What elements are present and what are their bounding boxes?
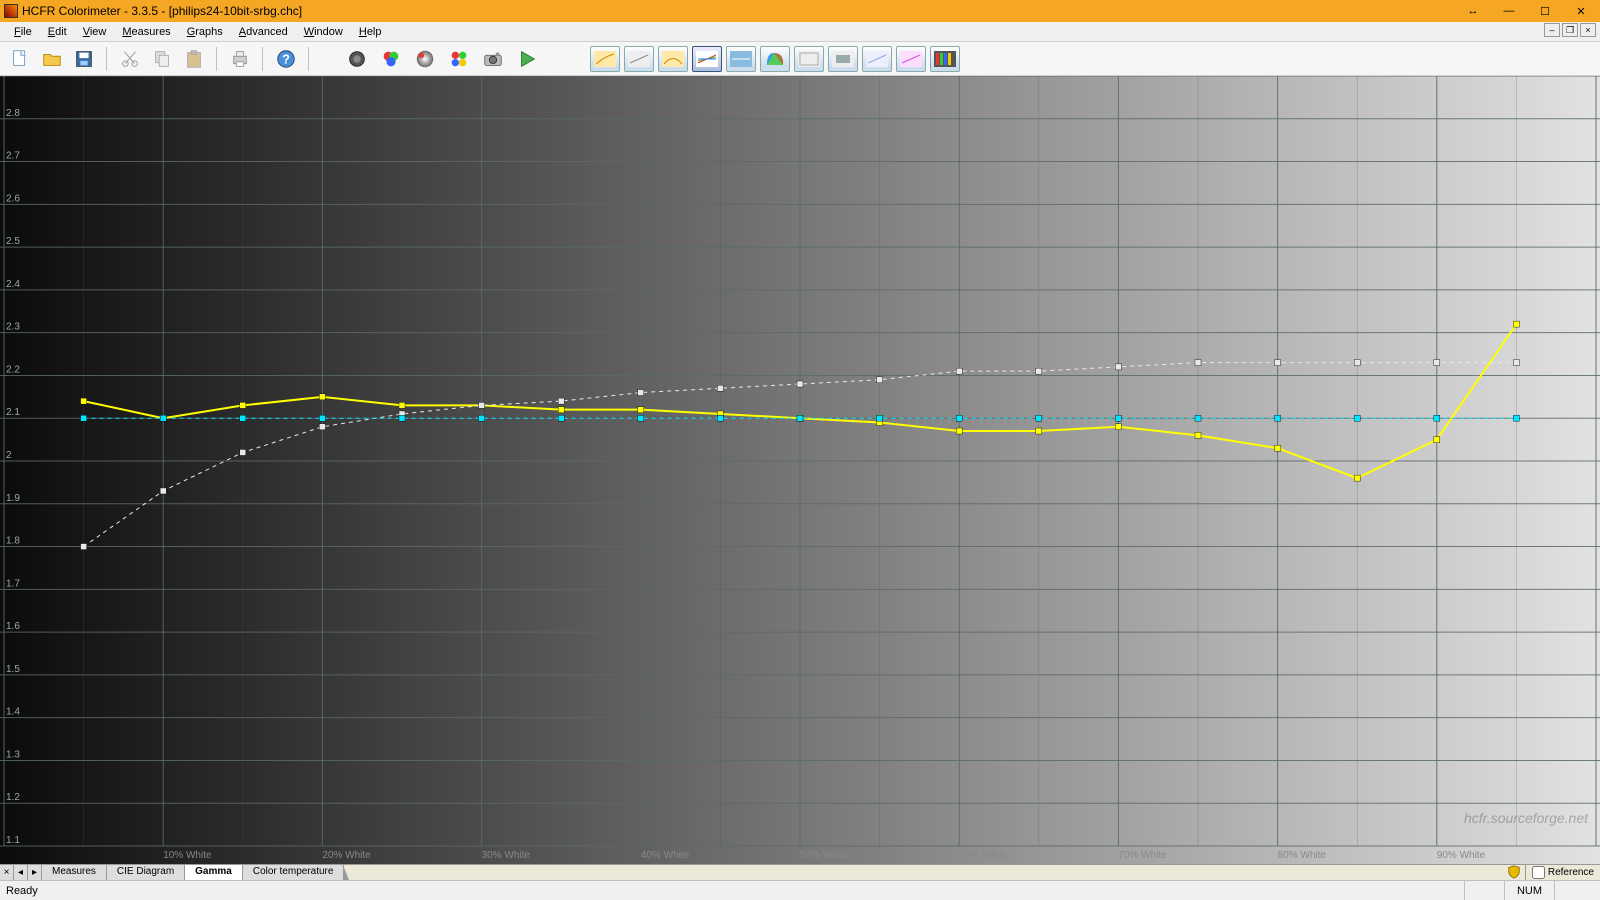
svg-text:1.1: 1.1 <box>6 835 20 846</box>
menu-measures[interactable]: Measures <box>114 24 178 40</box>
svg-text:80% White: 80% White <box>1278 850 1327 861</box>
tab-measures[interactable]: Measures <box>42 865 107 880</box>
graph-rgb-button[interactable] <box>692 46 722 72</box>
gamma-chart: 1.1 1.2 1.3 1.4 1.5 1.6 1.7 1.8 1.9 2 2.1 2.2 2.3 2.4… <box>0 76 1600 864</box>
svg-text:20% White: 20% White <box>322 850 371 861</box>
graph-gamut-button[interactable] <box>930 46 960 72</box>
tab-color-temperature[interactable]: Color temperature <box>243 865 345 880</box>
svg-text:70% White: 70% White <box>1118 850 1167 861</box>
svg-text:1.8: 1.8 <box>6 536 20 547</box>
cut-icon[interactable] <box>116 45 144 73</box>
open-icon[interactable] <box>38 45 66 73</box>
menu-view[interactable]: View <box>75 24 115 40</box>
save-icon[interactable] <box>70 45 98 73</box>
svg-text:2.1: 2.1 <box>6 407 20 418</box>
svg-text:2.6: 2.6 <box>6 193 20 204</box>
status-bar: Ready NUM <box>0 880 1600 900</box>
graph-gamma-button[interactable] <box>658 46 688 72</box>
menu-graphs[interactable]: Graphs <box>179 24 231 40</box>
graph-neargray-button[interactable] <box>624 46 654 72</box>
graph-contrast-button[interactable] <box>794 46 824 72</box>
minimize-button[interactable]: — <box>1500 5 1518 18</box>
svg-text:1.5: 1.5 <box>6 664 20 675</box>
tab-prev-button[interactable]: ◂ <box>14 865 28 880</box>
svg-text:2.4: 2.4 <box>6 279 20 290</box>
status-cell-1 <box>1464 881 1504 900</box>
graph-mode-toolbar <box>590 46 960 72</box>
reference-checkbox-input[interactable] <box>1532 866 1545 879</box>
sensor-icon[interactable] <box>342 45 372 73</box>
tab-cie-diagram[interactable]: CIE Diagram <box>107 865 185 880</box>
svg-text:1.9: 1.9 <box>6 493 20 504</box>
menu-edit[interactable]: Edit <box>40 24 75 40</box>
multi-sphere-icon[interactable] <box>444 45 474 73</box>
close-button[interactable]: ✕ <box>1572 5 1590 18</box>
menu-bar: FileEditViewMeasuresGraphsAdvancedWindow… <box>0 22 1600 42</box>
svg-text:90% White: 90% White <box>1437 850 1486 861</box>
menu-help[interactable]: Help <box>351 24 390 40</box>
svg-text:1.2: 1.2 <box>6 792 20 803</box>
svg-text:2.3: 2.3 <box>6 322 20 333</box>
mdi-minimize-button[interactable]: – <box>1544 23 1560 37</box>
mdi-controls: – ❐ × <box>1544 23 1596 37</box>
title-bar: HCFR Colorimeter - 3.3.5 - [philips24-10… <box>0 0 1600 22</box>
status-text: Ready <box>6 885 1464 897</box>
svg-text:60% White: 60% White <box>959 850 1008 861</box>
graph-colortemp-button[interactable] <box>726 46 756 72</box>
maximize-button[interactable]: ☐ <box>1536 5 1554 18</box>
svg-text:2.7: 2.7 <box>6 151 20 162</box>
tab-next-button[interactable]: ▸ <box>28 865 42 880</box>
svg-text:40% White: 40% White <box>641 850 690 861</box>
tab-close-button[interactable]: × <box>0 865 14 880</box>
svg-text:1.7: 1.7 <box>6 578 20 589</box>
svg-text:1.4: 1.4 <box>6 707 20 718</box>
document-tabs: × ◂ ▸ MeasuresCIE DiagramGammaColor temp… <box>0 864 1600 880</box>
help-icon[interactable]: ? <box>272 45 300 73</box>
gray-sphere-icon[interactable] <box>410 45 440 73</box>
svg-text:2.2: 2.2 <box>6 364 20 375</box>
graph-luminance-button[interactable] <box>590 46 620 72</box>
mdi-restore-button[interactable]: ❐ <box>1562 23 1578 37</box>
paste-icon[interactable] <box>180 45 208 73</box>
copy-icon[interactable] <box>148 45 176 73</box>
play-icon[interactable] <box>512 45 542 73</box>
svg-text:2: 2 <box>6 450 12 461</box>
svg-text:2.5: 2.5 <box>6 236 20 247</box>
app-icon <box>4 4 18 18</box>
svg-text:2.8: 2.8 <box>6 108 20 119</box>
svg-text:50% White: 50% White <box>800 850 849 861</box>
tab-gamma[interactable]: Gamma <box>185 865 243 880</box>
graph-nearblack-button[interactable] <box>828 46 858 72</box>
svg-text:?: ? <box>282 51 290 66</box>
camera-icon[interactable] <box>478 45 508 73</box>
watermark: hcfr.sourceforge.net <box>1464 810 1588 826</box>
toolbar: ? <box>0 42 1600 76</box>
status-cell-num: NUM <box>1504 881 1554 900</box>
status-cell-3 <box>1554 881 1594 900</box>
chart-area: 1.1 1.2 1.3 1.4 1.5 1.6 1.7 1.8 1.9 2 2.1 2.2 2.3 2.4… <box>0 76 1600 864</box>
graph-nearwhite-button[interactable] <box>862 46 892 72</box>
mdi-close-button[interactable]: × <box>1580 23 1596 37</box>
svg-text:30% White: 30% White <box>482 850 531 861</box>
svg-text:1.3: 1.3 <box>6 749 20 760</box>
graph-cie-button[interactable] <box>760 46 790 72</box>
new-icon[interactable] <box>6 45 34 73</box>
shield-icon <box>1507 865 1521 879</box>
reference-checkbox[interactable]: Reference <box>1525 865 1600 880</box>
menu-window[interactable]: Window <box>296 24 351 40</box>
window-controls: ↔ — ☐ ✕ <box>1464 5 1596 18</box>
svg-text:10% White: 10% White <box>163 850 212 861</box>
print-icon[interactable] <box>226 45 254 73</box>
collapse-button[interactable]: ↔ <box>1464 5 1482 18</box>
window-title: HCFR Colorimeter - 3.3.5 - [philips24-10… <box>22 4 1464 18</box>
svg-text:1.6: 1.6 <box>6 621 20 632</box>
menu-advanced[interactable]: Advanced <box>231 24 296 40</box>
rgb-spheres-icon[interactable] <box>376 45 406 73</box>
menu-file[interactable]: File <box>6 24 40 40</box>
graph-satshift-button[interactable] <box>896 46 926 72</box>
